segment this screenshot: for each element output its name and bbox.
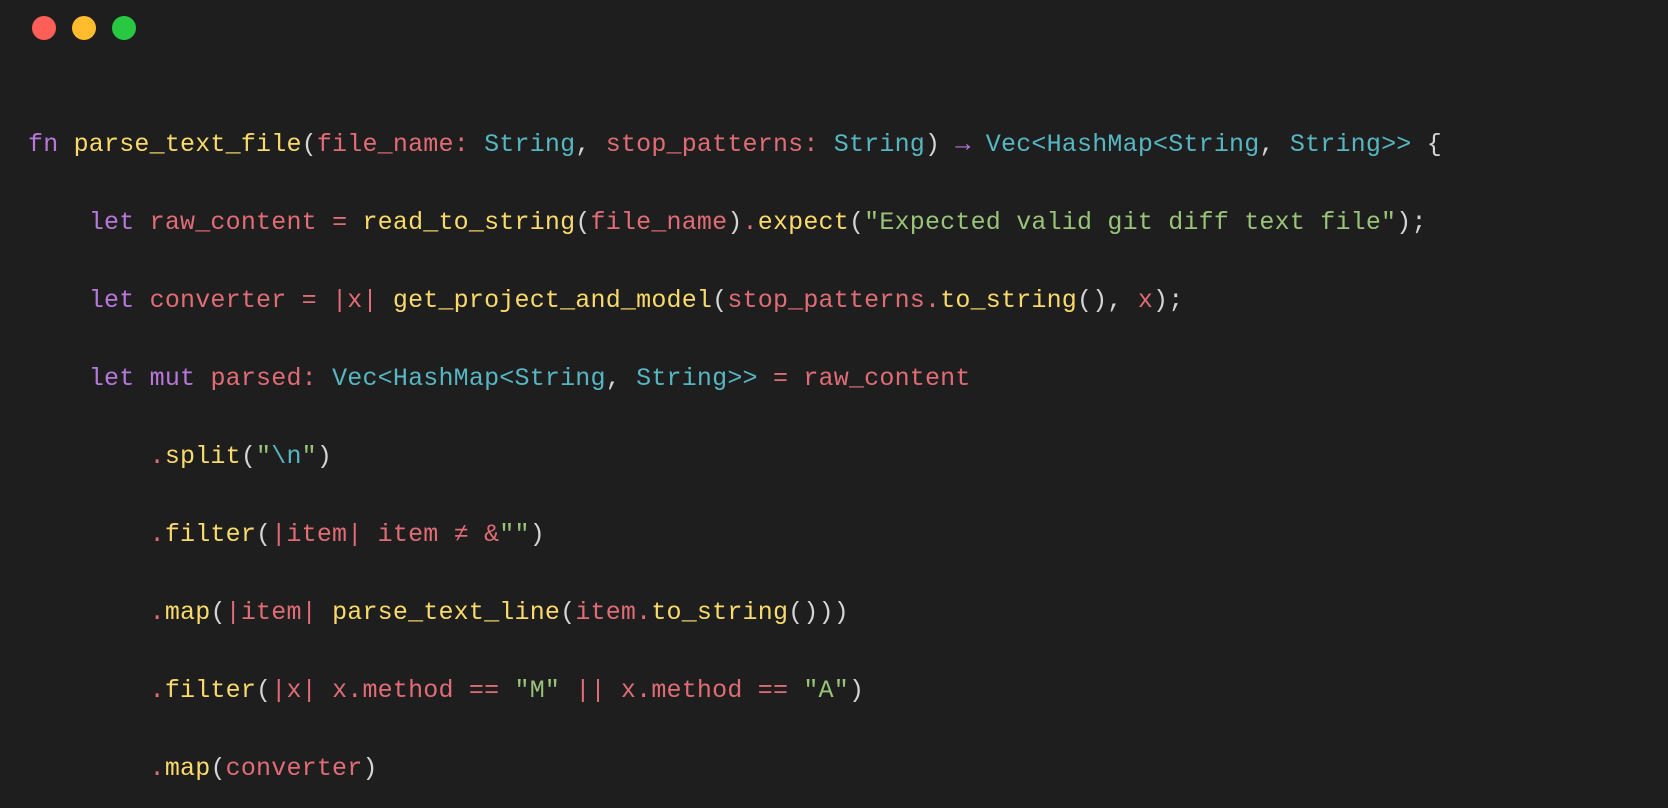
close-icon[interactable] [32,16,56,40]
code-line: let mut parsed: Vec<HashMap<String, Stri… [28,359,1640,398]
code-line: .filter(|item| item ≠ &"") [28,515,1640,554]
maximize-icon[interactable] [112,16,136,40]
code-line: let raw_content = read_to_string(file_na… [28,203,1640,242]
code-line: .map(converter) [28,749,1640,788]
minimize-icon[interactable] [72,16,96,40]
code-area[interactable]: fn parse_text_file(file_name: String, st… [0,56,1668,808]
code-line: .filter(|x| x.method == "M" || x.method … [28,671,1640,710]
code-line: let converter = |x| get_project_and_mode… [28,281,1640,320]
window-titlebar [0,0,1668,56]
code-line: .map(|item| parse_text_line(item.to_stri… [28,593,1640,632]
code-line: fn parse_text_file(file_name: String, st… [28,125,1640,164]
code-line: .split("\n") [28,437,1640,476]
editor-window: fn parse_text_file(file_name: String, st… [0,0,1668,808]
